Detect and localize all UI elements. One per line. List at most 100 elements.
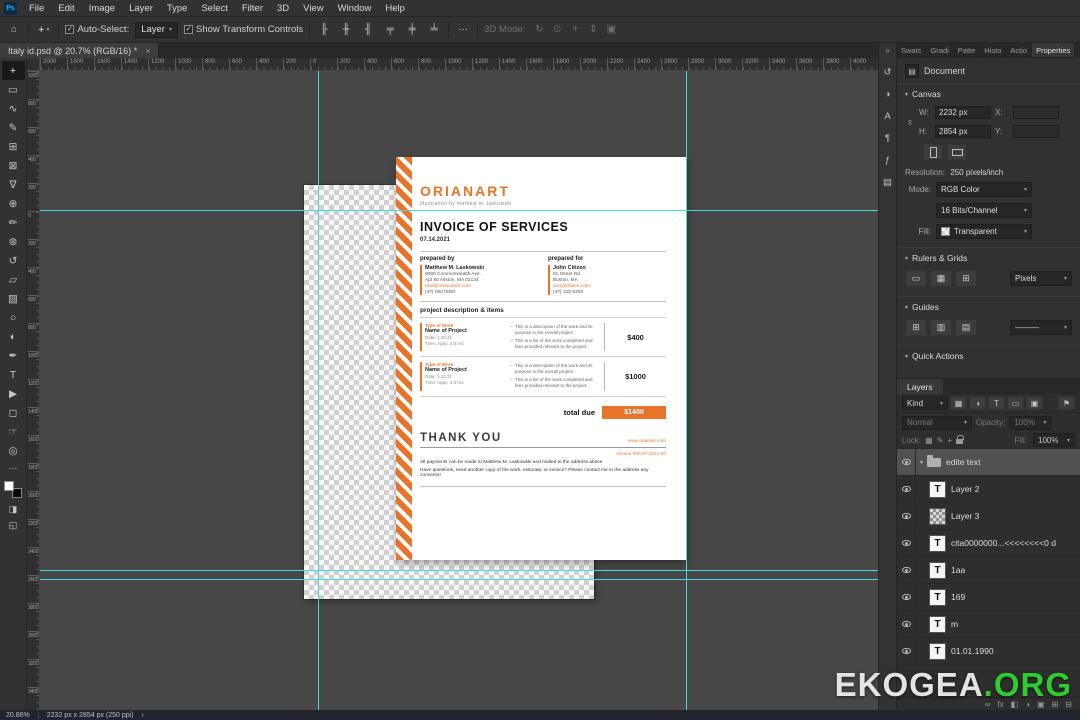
document-tab[interactable]: Italy id.psd @ 20.7% (RGB/16) * × — [0, 43, 160, 58]
align-top-edges-icon[interactable]: ╤ — [382, 21, 398, 39]
tool-button[interactable]: ▭ — [2, 80, 25, 99]
tool-button[interactable]: ▨ — [2, 289, 25, 308]
panel-tab[interactable]: Properties — [1032, 43, 1076, 57]
panel-strip-icon[interactable]: ¶ — [880, 130, 896, 146]
zoom-level[interactable]: 20.86% — [6, 712, 30, 719]
layer-row[interactable]: Layer 3 — [897, 503, 1080, 530]
tool-button[interactable]: ∇ — [2, 175, 25, 194]
tool-button[interactable]: ◐ — [2, 327, 25, 346]
menu-item[interactable]: Type — [160, 0, 195, 16]
tool-button[interactable]: ◎ — [2, 441, 25, 460]
filter-smart-objects-icon[interactable]: ▣ — [1026, 396, 1043, 410]
height-input[interactable]: 2854 px — [935, 125, 991, 138]
new-guide-layout-button[interactable]: ⊞ — [905, 319, 927, 336]
panel-strip-icon[interactable]: ◑ — [880, 86, 896, 102]
layer-fill-select[interactable]: 100% ▾ — [1033, 433, 1075, 447]
tool-button[interactable]: ↺ — [2, 251, 25, 270]
toggle-grid-button[interactable]: ▦ — [930, 270, 952, 287]
opacity-select[interactable]: 100% ▾ — [1009, 415, 1052, 430]
3d-drag-icon[interactable]: + — [567, 21, 583, 39]
invoice-document[interactable]: ORIANART illustration by mathew m. lasko… — [396, 157, 686, 560]
layer-row[interactable]: m — [897, 611, 1080, 638]
layer-visibility-toggle[interactable] — [897, 557, 916, 583]
tool-button[interactable]: ○ — [2, 308, 25, 327]
menu-item[interactable]: Layer — [122, 0, 160, 16]
lock-transparency-icon[interactable]: ▦ — [925, 436, 933, 445]
auto-select-checkbox[interactable]: ✓ Auto-Select: — [65, 24, 129, 35]
layer-visibility-toggle[interactable] — [897, 503, 916, 529]
layer-visibility-toggle[interactable] — [897, 449, 916, 475]
align-right-edges-icon[interactable]: ╢ — [360, 21, 376, 39]
canvas-fill-select[interactable]: Transparent ▾ — [936, 224, 1032, 239]
panel-strip-icon[interactable]: ↺ — [880, 64, 896, 80]
3d-scale-icon[interactable]: ▣ — [603, 21, 619, 39]
tool-button[interactable]: ⊕ — [2, 194, 25, 213]
guide-horizontal[interactable] — [40, 210, 878, 211]
filter-adjustment-layers-icon[interactable]: ◑ — [969, 396, 986, 410]
checkbox[interactable]: ✓ — [65, 25, 75, 34]
panel-tab[interactable]: Gradi — [926, 43, 954, 57]
tool-button[interactable]: ☞ — [2, 422, 25, 441]
link-dimensions-icon[interactable]: ∞ — [905, 119, 914, 125]
horizontal-ruler[interactable]: 2000 1800 1600 1400 1200 1000 800 600 400 200 0 200… — [40, 58, 878, 71]
align-left-edges-icon[interactable]: ╟ — [316, 21, 332, 39]
filter-type-layers-icon[interactable]: T — [988, 396, 1005, 410]
screen-mode-icon[interactable]: ◱ — [2, 517, 25, 533]
canvas-section-header[interactable]: ▾ Canvas — [897, 83, 1080, 102]
menu-item[interactable]: View — [296, 0, 330, 16]
tool-button[interactable]: ✏ — [2, 213, 25, 232]
checkbox[interactable]: ✓ — [183, 25, 193, 34]
layer-row[interactable]: edite text — [897, 449, 1080, 476]
tool-button[interactable]: ✎ — [2, 118, 25, 137]
ruler-origin-corner[interactable] — [27, 58, 40, 71]
layer-visibility-toggle[interactable] — [897, 611, 916, 637]
guide-horizontal[interactable] — [40, 579, 878, 580]
layer-visibility-toggle[interactable] — [897, 638, 916, 664]
align-bottom-edges-icon[interactable]: ╧ — [426, 21, 442, 39]
layer-visibility-toggle[interactable] — [897, 476, 916, 502]
lock-all-icon[interactable] — [956, 435, 965, 444]
filter-pixel-layers-icon[interactable]: ▦ — [950, 396, 967, 410]
panel-tab[interactable]: Actio — [1006, 43, 1033, 57]
rulers-grids-section-header[interactable]: ▾ Rulers & Grids — [897, 247, 1080, 266]
vertical-ruler[interactable]: 1000 800 600 400 200 0 200 400 600 800 1000 1200 140… — [27, 71, 40, 710]
units-select[interactable]: Pixels ▾ — [1010, 271, 1072, 286]
portrait-orientation-button[interactable] — [923, 144, 943, 160]
tool-button[interactable]: ✒ — [2, 346, 25, 365]
show-transform-checkbox[interactable]: ✓ Show Transform Controls — [183, 24, 303, 35]
layer-row[interactable]: Layer 2 — [897, 476, 1080, 503]
menu-item[interactable]: Window — [331, 0, 379, 16]
toggle-rulers-button[interactable]: ▭ — [905, 270, 927, 287]
layers-tab[interactable]: Layers — [897, 379, 943, 394]
guide-vertical[interactable] — [318, 71, 319, 710]
clear-guides-button[interactable]: ▤ — [955, 319, 977, 336]
tool-button[interactable]: ⊞ — [2, 137, 25, 156]
menu-item[interactable]: Help — [378, 0, 412, 16]
filter-shape-layers-icon[interactable]: ▭ — [1007, 396, 1024, 410]
tool-button[interactable]: ∿ — [2, 99, 25, 118]
lock-pixels-icon[interactable]: ✎ — [937, 436, 944, 445]
tool-button[interactable]: ◻ — [2, 403, 25, 422]
lock-position-icon[interactable]: + — [947, 436, 952, 445]
foreground-color-swatch[interactable] — [4, 481, 14, 491]
active-tool-icon[interactable]: + ▾ — [35, 24, 52, 36]
menu-item[interactable]: File — [22, 0, 51, 16]
guide-style-select[interactable]: ——— ▾ — [1010, 320, 1072, 335]
quick-actions-section-header[interactable]: ▾ Quick Actions — [897, 345, 1080, 364]
3d-slide-icon[interactable]: ⇕ — [585, 21, 601, 39]
guides-section-header[interactable]: ▾ Guides — [897, 296, 1080, 315]
guide-vertical[interactable] — [686, 71, 687, 710]
status-expand-icon[interactable]: › — [142, 712, 144, 719]
menu-item[interactable]: Select — [194, 0, 234, 16]
group-expand-caret[interactable] — [920, 459, 923, 466]
tool-button[interactable]: ▱ — [2, 270, 25, 289]
tool-button[interactable]: ⊛ — [2, 232, 25, 251]
menu-item[interactable]: 3D — [270, 0, 296, 16]
3d-orbit-icon[interactable]: ↻ — [531, 21, 547, 39]
panel-tab[interactable]: Swatc — [897, 43, 927, 57]
align-horizontal-centers-icon[interactable]: ╫ — [338, 21, 354, 39]
x-input[interactable] — [1013, 106, 1059, 119]
auto-select-target-dropdown[interactable]: Layer ▾ — [135, 21, 178, 38]
menu-item[interactable]: Filter — [235, 0, 270, 16]
color-mode-select[interactable]: RGB Color ▾ — [936, 182, 1032, 197]
